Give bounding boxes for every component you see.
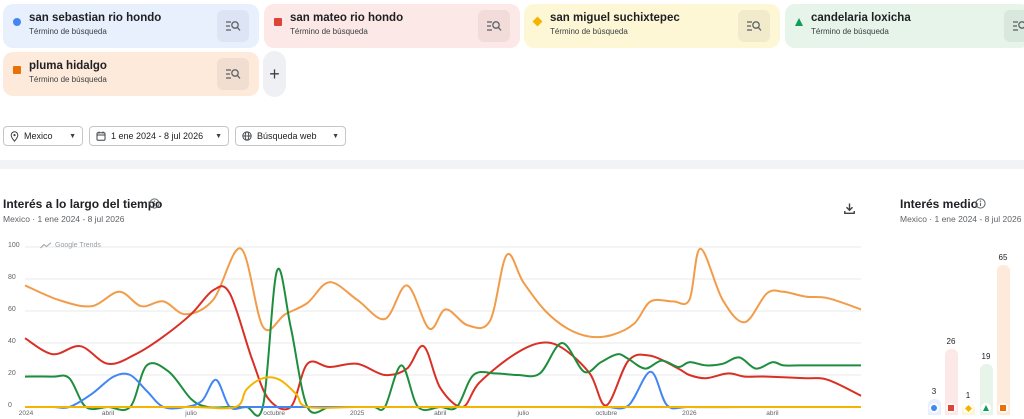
bar-marker-icon: [981, 403, 991, 413]
average-interest-subtitle: Mexico · 1 ene 2024 - 8 jul 2026: [900, 214, 1022, 224]
watermark-label: Google Trends: [55, 242, 101, 249]
bar-marker-icon: [946, 403, 956, 413]
series-symbol-icon: [964, 404, 972, 412]
average-interest-title: Interés medio: [900, 197, 979, 211]
bar-value-label: 19: [981, 352, 991, 362]
x-tick-label: octubre: [595, 410, 618, 417]
x-tick-label: 2024: [18, 410, 34, 417]
trend-arrow-icon: [40, 242, 52, 249]
info-icon[interactable]: [975, 198, 986, 209]
y-tick-label: 20: [8, 370, 16, 377]
series-symbol-icon: [931, 405, 937, 411]
y-tick-label: 0: [8, 402, 12, 409]
bar-value-label: 3: [931, 386, 937, 396]
x-tick-label: 2026: [682, 410, 697, 417]
series-symbol-icon: [983, 405, 989, 411]
series-symbol-icon: [948, 405, 954, 411]
series-symbol-icon: [1000, 405, 1006, 411]
average-bar[interactable]: [996, 265, 1010, 415]
x-tick-label: octubre: [263, 410, 285, 417]
bar-value-label: 26: [946, 337, 956, 346]
x-tick-label: abril: [766, 410, 779, 417]
bar-value-label: 65: [998, 253, 1008, 262]
bar-marker-icon: [963, 403, 973, 413]
y-tick-label: 100: [8, 242, 20, 249]
x-tick-label: julio: [185, 410, 197, 417]
y-tick-label: 80: [8, 274, 16, 281]
bar-value-label: 1: [965, 390, 971, 400]
bar-marker-icon: [998, 403, 1008, 413]
line-chart-svg: [24, 246, 862, 417]
google-trends-watermark: Google Trends: [40, 242, 101, 249]
x-tick-label: 2025: [349, 410, 365, 417]
y-tick-label: 40: [8, 338, 16, 345]
x-tick-label: abril: [101, 410, 115, 417]
y-tick-label: 60: [8, 306, 16, 313]
x-tick-label: abril: [434, 410, 447, 417]
series-line-pluma-hidalgo[interactable]: [24, 247, 862, 339]
bar-marker-icon: [929, 403, 939, 413]
x-tick-label: julio: [517, 410, 530, 417]
